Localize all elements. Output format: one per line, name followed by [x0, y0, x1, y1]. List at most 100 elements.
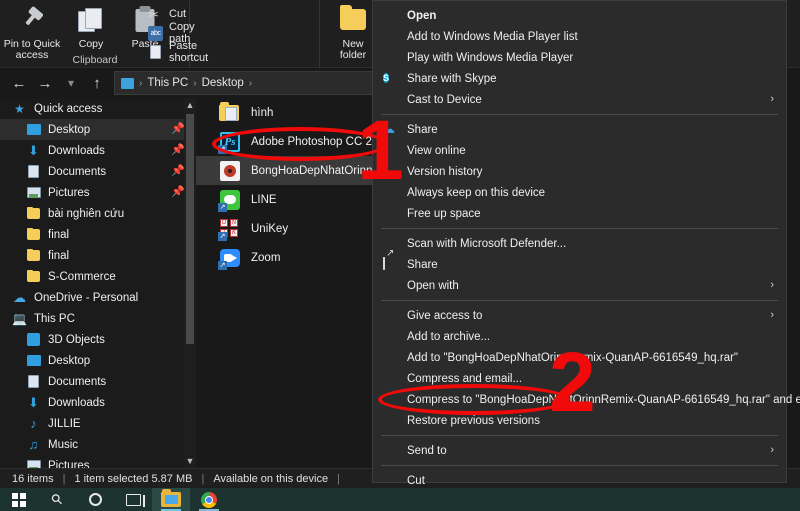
sidebar-item-label: This PC [34, 313, 75, 325]
pin-icon [2, 3, 62, 37]
unikey-icon: UNIK↗ [218, 217, 242, 241]
context-menu-item-share[interactable]: Share [373, 254, 786, 275]
sidebar-item-desktop[interactable]: Desktop [0, 350, 196, 371]
pin-icon[interactable]: 📌 [171, 144, 182, 157]
chevron-right-icon[interactable]: › [770, 278, 774, 293]
ribbon-group-label-clipboard: Clipboard [0, 54, 190, 66]
status-separator-2: | [192, 473, 213, 485]
winrar-icon [383, 350, 398, 365]
forward-button[interactable]: → [32, 70, 58, 96]
context-menu-item-label: Restore previous versions [407, 415, 540, 427]
chevron-right-icon[interactable]: › [770, 92, 774, 107]
pin-icon[interactable]: 📌 [171, 165, 182, 178]
breadcrumb-this-pc[interactable]: This PC [147, 77, 188, 89]
sidebar-item-label: bài nghiên cứu [48, 208, 124, 220]
start-button[interactable] [0, 488, 38, 511]
scroll-down-icon[interactable]: ▼ [184, 454, 196, 468]
context-menu-item-open-with[interactable]: Open with› [373, 275, 786, 296]
sidebar-item-s-commerce[interactable]: S-Commerce [0, 266, 196, 287]
sidebar-item-3d-objects[interactable]: 3D Objects [0, 329, 196, 350]
context-menu-item-play-with-windows-media-player[interactable]: Play with Windows Media Player [373, 47, 786, 68]
context-menu-item-add-to-windows-media-player-list[interactable]: Add to Windows Media Player list [373, 26, 786, 47]
context-menu-item-version-history[interactable]: Version history [373, 161, 786, 182]
share-icon [383, 257, 398, 272]
chrome-icon [201, 492, 217, 508]
context-menu-item-always-keep-on-this-device[interactable]: Always keep on this device [373, 182, 786, 203]
taskbar: ⚲ [0, 488, 800, 511]
ribbon-group-organize: Move to ▼ Copy to ▼ Delete ▼ Rename [190, 0, 320, 68]
sidebar-item-final[interactable]: final [0, 245, 196, 266]
copy-icon [64, 3, 118, 37]
context-menu-item-share[interactable]: ☁Share [373, 119, 786, 140]
this-pc-icon [121, 78, 134, 89]
sidebar-item-onedrive-personal[interactable]: ☁OneDrive - Personal [0, 287, 196, 308]
sidebar-item-label: Documents [48, 376, 106, 388]
sidebar-item-downloads[interactable]: ⬇Downloads📌 [0, 140, 196, 161]
sidebar-item-b-i-nghi-n-c-u[interactable]: bài nghiên cứu [0, 203, 196, 224]
shortcut-badge-icon: ↗ [218, 261, 227, 270]
sidebar-item-label: S-Commerce [48, 271, 116, 283]
context-menu-item-label: Send to [407, 445, 447, 457]
folder-icon [26, 248, 41, 263]
file-explorer-button[interactable] [152, 488, 190, 511]
sidebar-item-quick-access[interactable]: ★Quick access [0, 98, 196, 119]
scroll-up-icon[interactable]: ▲ [184, 98, 196, 112]
star-icon: ★ [12, 101, 27, 116]
sidebar-item-pictures[interactable]: Pictures📌 [0, 182, 196, 203]
sidebar-item-jillie[interactable]: ♪JILLIE [0, 413, 196, 434]
pin-to-quick-access-button[interactable]: Pin to Quick access [2, 3, 62, 61]
sidebar-item-music[interactable]: ♫Music [0, 434, 196, 455]
context-menu-item-give-access-to[interactable]: Give access to› [373, 305, 786, 326]
context-menu-item-label: Compress and email... [407, 373, 522, 385]
context-menu-item-share-with-skype[interactable]: SShare with Skype [373, 68, 786, 89]
navigation-pane[interactable]: ★Quick accessDesktop📌⬇Downloads📌Document… [0, 98, 196, 468]
chevron-right-icon[interactable]: › [770, 443, 774, 458]
chevron-right-icon[interactable]: › [770, 308, 774, 323]
sidebar-item-final[interactable]: final [0, 224, 196, 245]
file-name-label: UniKey [251, 223, 288, 235]
navigation-scrollbar[interactable]: ▲ ▼ [184, 98, 196, 468]
3d-objects-icon [26, 332, 41, 347]
pin-icon[interactable]: 📌 [171, 123, 182, 136]
context-menu-item-label: Open [407, 10, 436, 22]
sidebar-item-downloads[interactable]: ⬇Downloads [0, 392, 196, 413]
context-menu-item-label: Share with Skype [407, 73, 497, 85]
copy-path-icon: abc [148, 26, 163, 41]
copy-button[interactable]: Copy [64, 3, 118, 50]
task-view-button[interactable] [114, 488, 152, 511]
cortana-button[interactable] [76, 488, 114, 511]
folder-icon [26, 269, 41, 284]
sidebar-item-label: Desktop [48, 355, 90, 367]
context-menu-item-free-up-space[interactable]: Free up space [373, 203, 786, 224]
context-menu-item-label: Share [407, 259, 438, 271]
sidebar-item-this-pc[interactable]: 💻 This PC [0, 308, 196, 329]
sidebar-item-label: Downloads [48, 145, 105, 157]
shortcut-badge-icon: ↗ [218, 232, 227, 241]
sidebar-item-pictures[interactable]: Pictures [0, 455, 196, 468]
sidebar-item-label: Downloads [48, 397, 105, 409]
context-menu-item-cast-to-device[interactable]: Cast to Device › [373, 89, 786, 110]
this-pc-icon: 💻 [12, 311, 27, 326]
context-menu-item-view-online[interactable]: View online [373, 140, 786, 161]
sidebar-item-desktop[interactable]: Desktop📌 [0, 119, 196, 140]
search-button[interactable]: ⚲ [38, 488, 76, 511]
pin-icon[interactable]: 📌 [171, 186, 182, 199]
file-name-label: Zoom [251, 252, 280, 264]
recent-locations-button[interactable]: ▾ [58, 70, 84, 96]
scroll-thumb[interactable] [186, 114, 194, 344]
breadcrumb-desktop[interactable]: Desktop [202, 77, 244, 89]
context-menu-item-label: Cast to Device [407, 94, 482, 106]
context-menu-item-label: Add to Windows Media Player list [407, 31, 578, 43]
up-button[interactable]: ↑ [84, 70, 110, 96]
context-menu-item-scan-with-microsoft-defender[interactable]: Scan with Microsoft Defender... [373, 233, 786, 254]
chrome-button[interactable] [190, 488, 228, 511]
music-drive-icon: ♪ [26, 416, 41, 431]
folder-icon [26, 227, 41, 242]
sidebar-item-documents[interactable]: Documents📌 [0, 161, 196, 182]
context-menu-item-open[interactable]: Open [373, 5, 786, 26]
sidebar-item-documents[interactable]: Documents [0, 371, 196, 392]
back-button[interactable]: ← [6, 70, 32, 96]
music-icon: ♫ [26, 437, 41, 452]
breadcrumb-separator-2[interactable]: › [248, 78, 253, 89]
context-menu-item-send-to[interactable]: Send to › [373, 440, 786, 461]
